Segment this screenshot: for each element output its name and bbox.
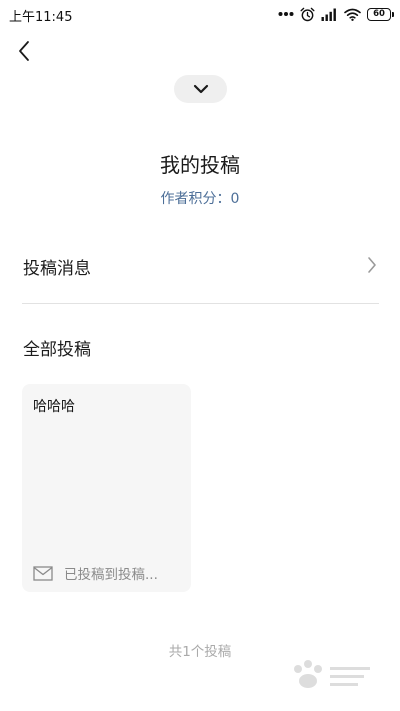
battery-icon: 60 (367, 7, 394, 21)
status-bar: 上午11:45 60 (0, 0, 400, 28)
divider (22, 303, 379, 304)
chevron-down-icon (193, 84, 208, 94)
cellular-signal-icon (321, 8, 336, 21)
chevron-left-icon (19, 41, 29, 61)
submission-card-title: 哈哈哈 (33, 399, 75, 415)
page-title: 我的投稿 (160, 153, 240, 177)
wifi-icon (344, 8, 361, 21)
chevron-right-icon (368, 257, 376, 273)
collapse-button[interactable] (174, 75, 227, 103)
author-points: 作者积分：0 (160, 191, 240, 207)
submission-card[interactable]: 哈哈哈 已投稿到投稿... (22, 384, 191, 592)
alarm-clock-icon (300, 7, 315, 21)
mail-icon (33, 565, 53, 581)
status-icons: 60 (278, 5, 394, 23)
more-dots-icon (278, 12, 294, 16)
submission-messages-row[interactable]: 投稿消息 (23, 243, 380, 287)
submission-card-status: 已投稿到投稿... (33, 563, 158, 583)
submission-messages-label: 投稿消息 (23, 259, 91, 279)
battery-level: 60 (373, 8, 385, 19)
all-submissions-title: 全部投稿 (23, 340, 91, 360)
status-time: 上午11:45 (9, 10, 73, 25)
submission-status-text: 已投稿到投稿... (64, 567, 158, 583)
back-button[interactable] (14, 39, 36, 63)
watermark-logo (294, 660, 370, 688)
